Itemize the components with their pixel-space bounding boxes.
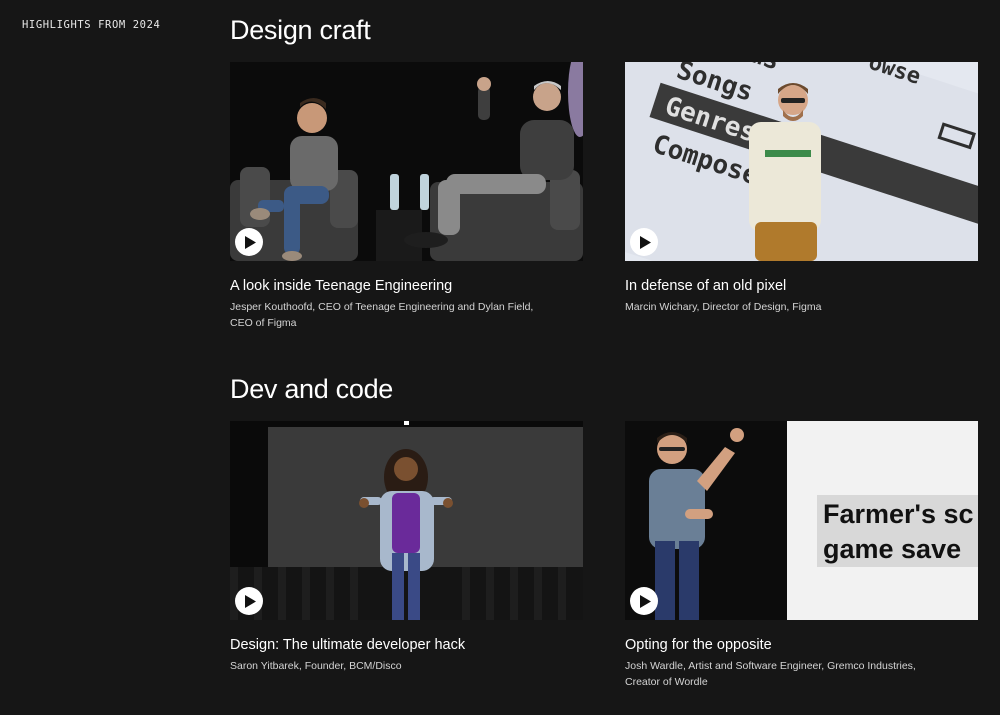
video-speaker: Jesper Kouthoofd, CEO of Teenage Enginee… — [230, 301, 534, 329]
video-title[interactable]: A look inside Teenage Engineering — [230, 277, 583, 295]
video-speaker: Saron Yitbarek, Founder, BCM/Disco — [230, 660, 402, 672]
play-button[interactable] — [630, 228, 658, 256]
video-card-old-pixel[interactable]: umbums owse Songs Genres Composers — [625, 62, 978, 316]
video-title[interactable]: Opting for the opposite — [625, 636, 978, 654]
play-button[interactable] — [630, 587, 658, 615]
highlights-page: HIGHLIGHTS FROM 2024 Design craft A look… — [0, 0, 1000, 715]
play-button[interactable] — [235, 228, 263, 256]
slide-headline-line1: Farmer's sc — [823, 499, 974, 529]
video-thumbnail[interactable]: umbums owse Songs Genres Composers — [625, 62, 978, 261]
play-icon — [639, 235, 651, 249]
video-card-opting-opposite[interactable]: Farmer's sc game save Opting for the opp… — [625, 421, 978, 690]
video-title[interactable]: Design: The ultimate developer hack — [230, 636, 583, 654]
play-icon — [639, 594, 651, 608]
play-button[interactable] — [235, 587, 263, 615]
eyebrow-label: HIGHLIGHTS FROM 2024 — [22, 19, 161, 31]
section-title-design-craft: Design craft — [230, 15, 371, 45]
video-title[interactable]: In defense of an old pixel — [625, 277, 978, 295]
video-thumbnail[interactable] — [230, 421, 583, 620]
video-thumbnail[interactable] — [230, 62, 583, 261]
section-title-dev-and-code: Dev and code — [230, 374, 394, 404]
video-speaker: Marcin Wichary, Director of Design, Figm… — [625, 301, 822, 313]
video-speaker: Josh Wardle, Artist and Software Enginee… — [625, 660, 916, 688]
slide-headline-line2: game save — [823, 534, 961, 564]
video-card-developer-hack[interactable]: Design: The ultimate developer hack Saro… — [230, 421, 583, 675]
video-card-teenage-engineering[interactable]: A look inside Teenage Engineering Jesper… — [230, 62, 583, 331]
play-icon — [244, 594, 256, 608]
play-icon — [244, 235, 256, 249]
video-thumbnail[interactable]: Farmer's sc game save — [625, 421, 978, 620]
